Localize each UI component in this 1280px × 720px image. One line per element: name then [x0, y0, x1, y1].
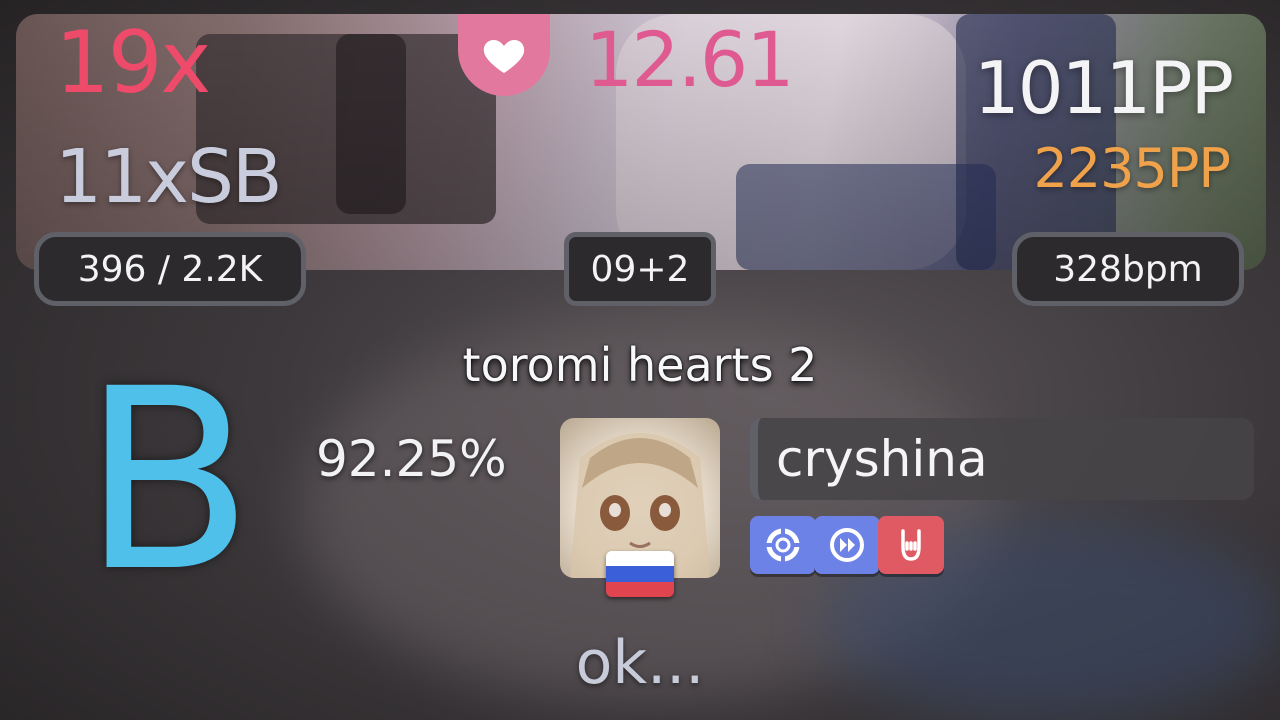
combo-count: 19x [55, 13, 211, 113]
pp-value: 1011PP [973, 46, 1234, 130]
player-name-box[interactable]: cryshina [750, 418, 1254, 500]
mod-badge [814, 516, 880, 574]
length-pill: 09+2 [564, 232, 716, 306]
mod-badge [878, 516, 944, 574]
heart-icon [483, 40, 525, 73]
player-name: cryshina [776, 430, 988, 488]
rock-hand-icon [901, 529, 921, 561]
mod-badge [750, 516, 816, 574]
hit-count-pill: 396 / 2.2K [34, 232, 306, 306]
max-pp-value: 2235PP [1033, 137, 1231, 200]
bpm-pill: 328bpm [1012, 232, 1244, 306]
star-rating: 12.61 [585, 15, 795, 104]
fast-forward-icon [830, 528, 864, 562]
russia-flag-icon [606, 551, 674, 597]
mods-list [750, 516, 944, 574]
grade-letter: B [82, 335, 254, 626]
accuracy: 92.25% [316, 430, 507, 488]
sliderbreak-count: 11xSB [55, 134, 283, 220]
ring-icon [765, 527, 801, 563]
comment-text: ok... [575, 628, 705, 698]
